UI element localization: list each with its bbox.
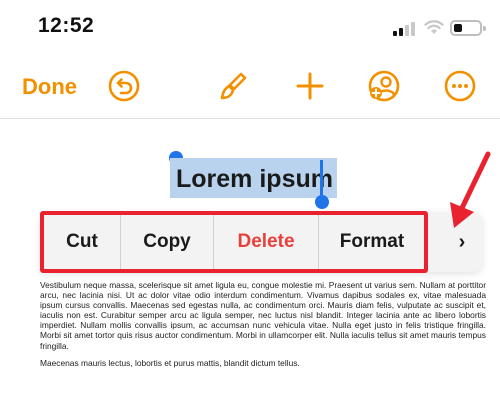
body-paragraph[interactable]: Maecenas mauris lectus, lobortis et puru… xyxy=(40,358,486,368)
delete-button[interactable]: Delete xyxy=(214,212,318,272)
selection-end-caret xyxy=(320,160,323,198)
status-time: 12:52 xyxy=(38,14,95,37)
done-button[interactable]: Done xyxy=(22,74,77,100)
red-arrow-icon xyxy=(440,150,500,230)
selection-end-handle[interactable] xyxy=(315,195,329,209)
add-icon[interactable] xyxy=(292,68,328,104)
battery-low-icon xyxy=(450,20,486,36)
edit-menu: Cut Copy Delete Format › xyxy=(40,212,482,272)
cellular-signal-icon xyxy=(393,22,417,36)
cut-button[interactable]: Cut xyxy=(44,212,120,272)
wifi-icon xyxy=(424,19,444,35)
collaborate-icon[interactable] xyxy=(366,68,402,104)
undo-icon[interactable] xyxy=(106,68,142,104)
toolbar-divider xyxy=(0,118,500,119)
paintbrush-icon[interactable] xyxy=(215,68,251,104)
document-title-selection[interactable]: Lorem ipsum xyxy=(170,158,337,200)
format-button[interactable]: Format xyxy=(319,212,425,272)
body-paragraph[interactable]: Vestibulum neque massa, scelerisque sit … xyxy=(40,280,486,351)
more-icon[interactable] xyxy=(442,68,478,104)
copy-button[interactable]: Copy xyxy=(121,212,213,272)
toolbar: Done xyxy=(0,62,500,114)
document-title[interactable]: Lorem ipsum xyxy=(170,158,337,198)
document-body[interactable]: Vestibulum neque massa, scelerisque sit … xyxy=(40,280,486,368)
